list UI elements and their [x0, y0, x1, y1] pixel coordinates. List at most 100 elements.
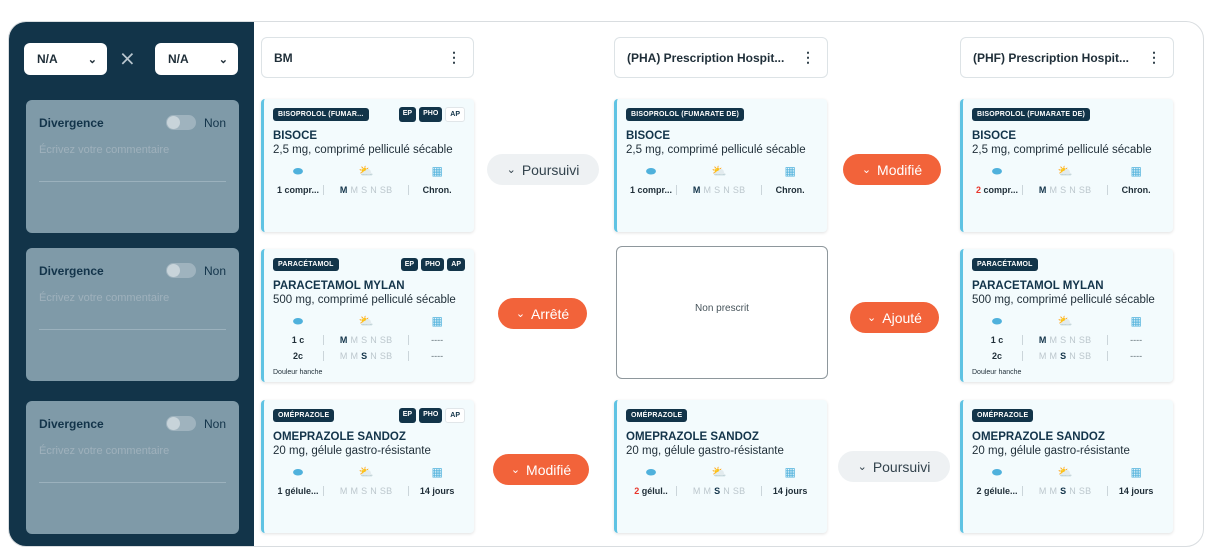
schedule: M M S N SB: [1021, 350, 1109, 361]
column-header-phf: (PHF) Prescription Hospit... ⋮: [960, 37, 1174, 78]
chevron-down-icon: ⌄: [506, 164, 516, 176]
status-label: Poursuivi: [872, 458, 931, 475]
comment-input[interactable]: Écrivez votre commentaire: [39, 445, 226, 457]
tag-ap: AP: [447, 257, 465, 271]
brand-name: BISOCE: [273, 130, 318, 142]
toggle-switch[interactable]: [165, 263, 196, 278]
toggle-switch[interactable]: [165, 115, 196, 130]
tag-ap: AP: [445, 106, 465, 122]
dosage-form: 20 mg, gélule gastro-résistante: [273, 445, 431, 457]
status-label: Ajouté: [882, 309, 922, 326]
posology-row: 2c M M S N SB ----: [972, 349, 1164, 362]
medication-card-phf-2[interactable]: PARACÉTAMOL PARACETAMOL MYLAN 500 mg, co…: [960, 249, 1173, 382]
dosage-form: 2,5 mg, comprimé pelliculé sécable: [273, 144, 453, 156]
calendar-icon: ▦: [431, 465, 443, 479]
posology-row: 1 c M M S N SB ----: [972, 333, 1164, 346]
column-title: (PHA) Prescription Hospit...: [627, 50, 785, 65]
sun-cloud-icon: ⛅: [711, 164, 727, 178]
status-poursuivi-button[interactable]: ⌄ Poursuivi: [838, 451, 950, 482]
divergence-toggle[interactable]: Non: [165, 263, 226, 278]
divergence-title: Divergence: [39, 263, 104, 278]
dci-badge: BISOPROLOL (FUMARATE DE): [972, 107, 1090, 121]
pill-icon: ⬬: [292, 164, 304, 178]
status-ajoute-button[interactable]: ⌄ Ajouté: [850, 302, 939, 333]
quantity: 2c: [292, 350, 303, 361]
more-options-icon[interactable]: ⋮: [801, 49, 815, 66]
medication-card-phf-3[interactable]: OMÉPRAZOLE OMEPRAZOLE SANDOZ 20 mg, gélu…: [960, 400, 1173, 533]
duration: Chron.: [422, 184, 452, 195]
dosage-form: 20 mg, gélule gastro-résistante: [972, 445, 1130, 457]
schedule: M M S N SB: [1021, 485, 1109, 496]
status-modifie-button[interactable]: ⌄ Modifié: [493, 454, 589, 485]
status-label: Modifié: [526, 461, 572, 478]
duration: ----: [1130, 350, 1143, 361]
status-arrete-button[interactable]: ⌄ Arrêté: [498, 298, 587, 329]
schedule: M M S N SB: [322, 184, 410, 195]
calendar-icon: ▦: [1130, 465, 1142, 479]
tag-ep: EP: [398, 106, 417, 122]
indication-note: Douleur hanche: [273, 369, 323, 376]
not-prescribed-placeholder: Non prescrit: [616, 246, 828, 379]
brand-name: OMEPRAZOLE SANDOZ: [972, 431, 1105, 443]
swap-icon[interactable]: ⨯: [119, 49, 136, 69]
schedule: M M S N SB: [322, 334, 410, 345]
dci-badge: PARACÉTAMOL: [273, 257, 339, 271]
divider: [39, 482, 226, 483]
medication-card-phf-1[interactable]: BISOPROLOL (FUMARATE DE) BISOCE 2,5 mg, …: [960, 99, 1173, 232]
sun-cloud-icon: ⛅: [358, 465, 374, 479]
dci-badge: BISOPROLOL (FUMAR...: [273, 107, 369, 121]
dci-badge: OMÉPRAZOLE: [972, 408, 1034, 422]
sun-cloud-icon: ⛅: [358, 164, 374, 178]
pill-icon: ⬬: [292, 314, 304, 328]
more-options-icon[interactable]: ⋮: [447, 49, 461, 66]
more-options-icon[interactable]: ⋮: [1147, 49, 1161, 66]
chevron-down-icon: ⌄: [87, 53, 97, 66]
brand-name: PARACETAMOL MYLAN: [273, 280, 405, 292]
dosage-form: 500 mg, comprimé pelliculé sécable: [972, 294, 1155, 306]
dci-badge: PARACÉTAMOL: [972, 257, 1038, 271]
divergence-toggle[interactable]: Non: [165, 416, 226, 431]
posology-row: 1 compr... M M S N SB Chron.: [626, 183, 818, 196]
duration: 14 jours: [1118, 485, 1154, 496]
divergence-card-1: Divergence Non Écrivez votre commentaire: [26, 100, 239, 233]
quantity: 2 gélul..: [634, 485, 668, 496]
medication-card-pha-3[interactable]: OMÉPRAZOLE OMEPRAZOLE SANDOZ 20 mg, gélu…: [614, 400, 827, 533]
quantity: 2c: [991, 350, 1002, 361]
comment-input[interactable]: Écrivez votre commentaire: [39, 292, 226, 304]
dosage-form: 2,5 mg, comprimé pelliculé sécable: [626, 144, 806, 156]
status-poursuivi-button[interactable]: ⌄ Poursuivi: [487, 154, 599, 185]
quantity: 1 compr...: [276, 184, 319, 195]
calendar-icon: ▦: [431, 164, 443, 178]
medication-card-pha-1[interactable]: BISOPROLOL (FUMARATE DE) BISOCE 2,5 mg, …: [614, 99, 827, 232]
chevron-down-icon: ⌄: [218, 53, 228, 66]
comment-input[interactable]: Écrivez votre commentaire: [39, 144, 226, 156]
divergence-toggle[interactable]: Non: [165, 115, 226, 130]
dci-badge: BISOPROLOL (FUMARATE DE): [626, 107, 744, 121]
duration: 14 jours: [419, 485, 455, 496]
brand-name: PARACETAMOL MYLAN: [972, 280, 1104, 292]
right-select[interactable]: N/A ⌄: [155, 43, 238, 75]
toggle-label: Non: [203, 115, 226, 130]
column-header-pha: (PHA) Prescription Hospit... ⋮: [614, 37, 828, 78]
tag-pho: PHO: [419, 407, 443, 423]
quantity: 1 c: [990, 334, 1004, 345]
toggle-label: Non: [203, 416, 226, 431]
schedule: M M S N SB: [675, 184, 763, 195]
tag-pho: PHO: [419, 106, 443, 122]
reconciliation-panel: N/A ⌄ ⨯ N/A ⌄ Divergence Non Écrivez vot…: [8, 21, 1204, 547]
toggle-switch[interactable]: [165, 416, 196, 431]
chevron-down-icon: ⌄: [510, 464, 521, 476]
calendar-icon: ▦: [1130, 164, 1142, 178]
brand-name: OMEPRAZOLE SANDOZ: [626, 431, 759, 443]
divergence-title: Divergence: [39, 416, 104, 431]
status-modifie-button[interactable]: ⌄ Modifié: [843, 154, 941, 185]
left-select[interactable]: N/A ⌄: [24, 43, 107, 75]
divergence-card-3: Divergence Non Écrivez votre commentaire: [26, 401, 239, 534]
tag-ap: AP: [445, 407, 465, 423]
divider: [39, 329, 226, 330]
quantity: 1 c: [291, 334, 305, 345]
status-label: Arrêté: [531, 305, 570, 322]
medication-card-bm-1[interactable]: BISOPROLOL (FUMAR... EP PHO AP BISOCE 2,…: [261, 99, 474, 232]
medication-card-bm-2[interactable]: PARACÉTAMOL EP PHO AP PARACETAMOL MYLAN …: [261, 249, 474, 382]
medication-card-bm-3[interactable]: OMÉPRAZOLE EP PHO AP OMEPRAZOLE SANDOZ 2…: [261, 400, 474, 533]
